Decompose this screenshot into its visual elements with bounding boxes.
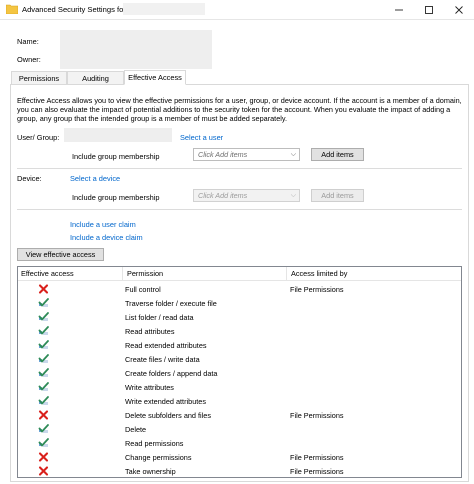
table-row[interactable]: Read attributes: [18, 324, 461, 338]
permission-name: List folder / read data: [125, 313, 194, 322]
tab-baseline-right: [186, 84, 469, 85]
owner-label: Owner:: [17, 55, 41, 64]
permission-name: Traverse folder / execute file: [125, 299, 217, 308]
user-group-label: User/ Group:: [17, 133, 60, 142]
permission-name: Change permissions: [125, 453, 192, 462]
table-header: Effective access Permission Access limit…: [18, 267, 461, 281]
table-row[interactable]: Create files / write data: [18, 352, 461, 366]
select-device-link[interactable]: Select a device: [70, 174, 120, 183]
select-user-link[interactable]: Select a user: [180, 133, 223, 142]
table-row[interactable]: Delete: [18, 422, 461, 436]
allowed-check-icon: [38, 326, 49, 336]
permission-name: Create folders / append data: [125, 369, 218, 378]
device-combo-placeholder: Click Add items: [198, 191, 248, 200]
section-divider-2: [17, 209, 462, 210]
denied-x-icon: [38, 466, 49, 476]
allowed-check-icon: [38, 396, 49, 406]
chevron-down-icon: ⌵: [290, 192, 296, 199]
permission-name: Delete subfolders and files: [125, 411, 211, 420]
device-label: Device:: [17, 174, 42, 183]
table-row[interactable]: Full control File Permissions: [18, 282, 461, 296]
allowed-check-icon: [38, 382, 49, 392]
view-effective-access-button[interactable]: View effective access: [17, 248, 104, 261]
include-group-membership-label: Include group membership: [72, 152, 160, 161]
group-combo-placeholder: Click Add items: [198, 150, 248, 159]
access-limited-by: File Permissions: [290, 411, 344, 420]
denied-x-icon: [38, 410, 49, 420]
group-membership-combo[interactable]: Click Add items ⌵: [193, 148, 300, 161]
table-row[interactable]: Traverse folder / execute file: [18, 296, 461, 310]
permission-name: Write attributes: [125, 383, 174, 392]
tab-baseline-left: [10, 84, 124, 85]
access-limited-by: File Permissions: [290, 453, 344, 462]
device-membership-combo[interactable]: Click Add items ⌵: [193, 189, 300, 202]
table-row[interactable]: Read extended attributes: [18, 338, 461, 352]
redacted-user-value: [64, 128, 172, 142]
close-icon: [455, 6, 463, 14]
table-row[interactable]: Take ownership File Permissions: [18, 464, 461, 477]
include-device-claim-link[interactable]: Include a device claim: [70, 233, 143, 242]
allowed-check-icon: [38, 354, 49, 364]
allowed-check-icon: [38, 424, 49, 434]
column-header-access-limited-by[interactable]: Access limited by: [291, 269, 347, 278]
permission-name: Take ownership: [125, 467, 176, 476]
redacted-owner-value: [60, 49, 212, 69]
column-header-permission[interactable]: Permission: [127, 269, 163, 278]
add-items-button[interactable]: Add items: [311, 148, 364, 161]
minimize-icon: [395, 9, 403, 11]
name-label: Name:: [17, 37, 39, 46]
allowed-check-icon: [38, 340, 49, 350]
permission-name: Read permissions: [125, 439, 184, 448]
denied-x-icon: [38, 452, 49, 462]
redacted-name-value: [60, 30, 212, 49]
permission-name: Create files / write data: [125, 355, 200, 364]
allowed-check-icon: [38, 438, 49, 448]
table-row[interactable]: Change permissions File Permissions: [18, 450, 461, 464]
device-add-items-button[interactable]: Add items: [311, 189, 364, 202]
table-row[interactable]: Delete subfolders and files File Permissi…: [18, 408, 461, 422]
permission-name: Delete: [125, 425, 147, 434]
effective-access-table: Effective access Permission Access limit…: [17, 266, 462, 478]
tab-permissions[interactable]: Permissions: [11, 71, 67, 84]
access-limited-by: File Permissions: [290, 285, 344, 294]
permission-name: Read extended attributes: [125, 341, 207, 350]
minimize-button[interactable]: [384, 0, 414, 20]
allowed-check-icon: [38, 298, 49, 308]
close-button[interactable]: [444, 0, 474, 20]
include-user-claim-link[interactable]: Include a user claim: [70, 220, 136, 229]
allowed-check-icon: [38, 368, 49, 378]
table-row[interactable]: Write attributes: [18, 380, 461, 394]
section-divider: [17, 168, 462, 169]
chevron-down-icon: ⌵: [290, 151, 296, 158]
redacted-title-path: [123, 3, 205, 15]
folder-icon: [6, 4, 18, 14]
device-include-group-membership-label: Include group membership: [72, 193, 160, 202]
permission-name: Full control: [125, 285, 161, 294]
column-divider[interactable]: [286, 267, 287, 281]
table-row[interactable]: Write extended attributes: [18, 394, 461, 408]
table-row[interactable]: List folder / read data: [18, 310, 461, 324]
column-divider[interactable]: [122, 267, 123, 281]
table-row[interactable]: Read permissions: [18, 436, 461, 450]
allowed-check-icon: [38, 312, 49, 322]
tab-auditing[interactable]: Auditing: [67, 71, 124, 84]
denied-x-icon: [38, 284, 49, 294]
permission-name: Write extended attributes: [125, 397, 206, 406]
table-row[interactable]: Create folders / append data: [18, 366, 461, 380]
access-limited-by: File Permissions: [290, 467, 344, 476]
description-text: Effective Access allows you to view the …: [17, 96, 462, 124]
maximize-icon: [425, 6, 433, 14]
maximize-button[interactable]: [414, 0, 444, 20]
permission-name: Read attributes: [125, 327, 175, 336]
window-title: Advanced Security Settings for: [22, 5, 126, 14]
tab-effective-access[interactable]: Effective Access: [124, 70, 186, 85]
column-header-effective-access[interactable]: Effective access: [21, 269, 74, 278]
